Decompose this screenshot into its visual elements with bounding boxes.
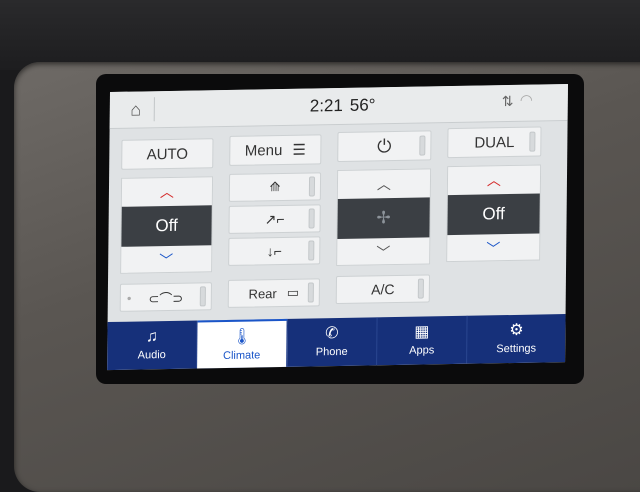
power-icon: ⏻ xyxy=(377,135,392,156)
rear-defrost-button[interactable]: Rear ▭ xyxy=(227,278,320,308)
sync-arrows-icon: ⇅ xyxy=(501,92,514,110)
fan-speed-panel: ︿ ✢ ﹀ xyxy=(336,168,432,267)
chevron-down-icon: ﹀ xyxy=(159,251,174,269)
chevron-down-icon: ﹀ xyxy=(376,244,391,261)
chevron-up-icon: ︿ xyxy=(159,183,175,201)
nav-apps[interactable]: ▦ Apps xyxy=(377,315,468,366)
ac-button[interactable]: A/C xyxy=(335,274,431,305)
driver-temp-up[interactable]: ︿ xyxy=(122,177,212,207)
passenger-temp-value: Off xyxy=(482,204,505,224)
menu-button[interactable]: Menu ☰ xyxy=(229,134,322,166)
driver-temp-value: Off xyxy=(155,215,178,236)
dual-button[interactable]: DUAL xyxy=(447,126,542,159)
ac-label: A/C xyxy=(371,281,395,298)
bottom-nav: ♫ Audio 🌡 Climate ✆ Phone ▦ Apps ⚙ Setti… xyxy=(107,314,566,371)
nav-audio[interactable]: ♫ Audio xyxy=(107,320,198,371)
home-button[interactable]: ⌂ xyxy=(117,97,155,122)
nav-phone-label: Phone xyxy=(315,345,348,359)
nav-settings[interactable]: ⚙ Settings xyxy=(467,314,565,364)
rear-defrost-icon: ▭ xyxy=(286,284,300,300)
power-indicator xyxy=(419,135,426,156)
nav-apps-label: Apps xyxy=(409,344,435,357)
airflow-lower-button[interactable]: ↓⌐ xyxy=(228,236,321,266)
infotainment-screen: ⌂ 2:21 56° ⇅ ◠ AUTO Menu ☰ ⏻ DUAL ︿ Off … xyxy=(107,84,568,371)
outside-temperature: 56° xyxy=(349,95,376,115)
airflow-upper-indicator xyxy=(308,208,315,229)
chevron-up-icon: ︿ xyxy=(376,176,392,193)
windshield-defrost-icon: ⟰ xyxy=(269,179,281,195)
recirculation-indicator xyxy=(199,286,206,307)
rear-label: Rear xyxy=(248,285,277,302)
auto-button[interactable]: AUTO xyxy=(121,138,214,170)
airflow-upper-button[interactable]: ↗⌐ xyxy=(228,204,321,234)
passenger-temp-down[interactable]: ﹀ xyxy=(447,234,539,264)
recirculation-button[interactable]: ● ⊂⌒⊃ xyxy=(119,282,212,312)
thermometer-icon: 🌡 xyxy=(231,328,253,346)
passenger-temp-panel: ︿ Off ﹀ xyxy=(446,164,542,264)
apps-grid-icon: ▦ xyxy=(414,323,430,341)
passenger-temp-display: Off xyxy=(447,193,540,236)
driver-temp-display: Off xyxy=(121,205,212,247)
driver-temp-down[interactable]: ﹀ xyxy=(121,245,211,275)
fan-speed-up[interactable]: ︿ xyxy=(338,169,430,199)
dashboard-top xyxy=(0,0,640,70)
airflow-lower-indicator xyxy=(308,240,315,261)
fan-speed-down[interactable]: ﹀ xyxy=(337,237,429,267)
power-button[interactable]: ⏻ xyxy=(337,130,432,163)
dual-label: DUAL xyxy=(474,133,515,152)
phone-icon: ✆ xyxy=(325,325,339,343)
clock: 2:21 xyxy=(309,95,343,116)
home-icon: ⌂ xyxy=(130,98,142,120)
nav-climate-label: Climate xyxy=(222,349,261,363)
passenger-temp-up[interactable]: ︿ xyxy=(448,165,540,195)
wifi-icon: ◠ xyxy=(519,91,533,109)
defrost-indicator xyxy=(308,176,316,197)
menu-label: Menu xyxy=(244,141,283,160)
seat-air-upper-icon: ↗⌐ xyxy=(264,210,285,227)
driver-temp-panel: ︿ Off ﹀ xyxy=(120,176,214,275)
nav-phone[interactable]: ✆ Phone xyxy=(287,317,378,367)
ac-indicator xyxy=(417,278,424,299)
chevron-up-icon: ︿ xyxy=(486,172,502,189)
status-bar: ⌂ 2:21 56° ⇅ ◠ xyxy=(109,84,568,130)
chevron-down-icon: ﹀ xyxy=(486,240,501,257)
auto-label: AUTO xyxy=(146,145,189,163)
music-note-icon: ♫ xyxy=(145,328,159,346)
rear-defrost-indicator xyxy=(307,282,314,303)
recirculation-dot: ● xyxy=(126,293,132,303)
fan-icon: ✢ xyxy=(376,208,391,228)
nav-climate[interactable]: 🌡 Climate xyxy=(197,318,288,369)
hamburger-icon: ☰ xyxy=(292,141,306,159)
nav-audio-label: Audio xyxy=(137,349,166,362)
fan-speed-display: ✢ xyxy=(337,197,430,240)
seat-air-lower-icon: ↓⌐ xyxy=(266,243,282,260)
nav-settings-label: Settings xyxy=(496,342,537,356)
max-defrost-button[interactable]: ⟰ xyxy=(228,172,322,202)
dual-indicator xyxy=(529,131,536,152)
gears-icon: ⚙ xyxy=(509,321,524,340)
car-recirculation-icon: ⊂⌒⊃ xyxy=(148,290,184,306)
